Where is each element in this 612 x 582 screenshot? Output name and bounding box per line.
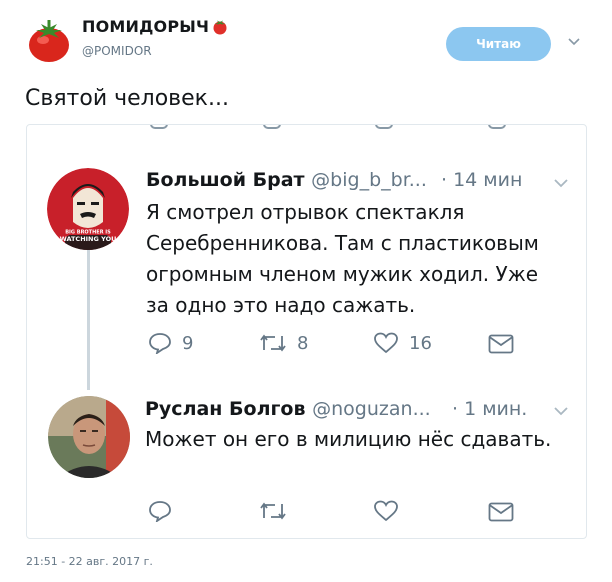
- envelope-icon[interactable]: [488, 502, 514, 522]
- reply-line: Я смотрел отрывок спектакля: [146, 200, 465, 224]
- reply-body-2: Может он его в милицию нёс сдавать.: [145, 424, 551, 455]
- heart-icon: [374, 332, 398, 354]
- tomato-emoji-icon: [213, 20, 227, 34]
- reply-line: за одно это надо сажать.: [146, 293, 416, 317]
- retweet-button[interactable]: 8: [259, 332, 308, 354]
- reply-author-name: Большой Брат: [146, 169, 305, 191]
- reply-icon: [149, 333, 171, 354]
- reply-icon[interactable]: [148, 500, 172, 522]
- retweet-icon: [260, 334, 286, 352]
- user-photo-avatar[interactable]: [48, 396, 130, 478]
- reply-author-2[interactable]: Руслан Болгов @noguzan...: [145, 398, 431, 420]
- reply-line: Может он его в милицию нёс сдавать.: [145, 427, 552, 451]
- reply-author-1[interactable]: Большой Брат @big_b_br...: [146, 169, 427, 191]
- embedded-screenshot: BIG BROTHER IS WATCHING YOU Большой Брат…: [26, 124, 587, 539]
- envelope-icon[interactable]: [488, 334, 514, 354]
- reply-timestamp[interactable]: · 1 мин.: [452, 398, 527, 420]
- reply-line: Серебренникова. Там с пластиковым: [146, 231, 539, 255]
- reply-author-handle: @big_b_br...: [311, 169, 427, 191]
- retweet-icon[interactable]: [259, 500, 287, 522]
- chevron-down-icon[interactable]: [552, 174, 570, 192]
- author-name[interactable]: ПОМИДОРЫЧ: [82, 17, 228, 36]
- thread-connector-line: [87, 242, 90, 390]
- like-button[interactable]: 16: [373, 332, 432, 354]
- tweet-text: Святой человек...: [25, 86, 229, 111]
- retweet-count: 8: [297, 332, 309, 354]
- tweet-timestamp[interactable]: 21:51 - 22 авг. 2017 г.: [26, 555, 153, 568]
- reply-button[interactable]: 9: [148, 332, 193, 354]
- tweet-header: ПОМИДОРЫЧ @POMIDOR Читаю: [0, 0, 612, 80]
- reply-timestamp[interactable]: · 14 мин: [441, 169, 522, 191]
- chevron-down-icon[interactable]: [566, 34, 582, 50]
- chevron-down-icon[interactable]: [552, 402, 570, 420]
- heart-icon[interactable]: [373, 500, 399, 522]
- reply-count: 9: [182, 332, 194, 354]
- reply-author-handle: @noguzan...: [312, 398, 431, 420]
- reply-author-name: Руслан Болгов: [145, 398, 306, 420]
- reply-body-1: Я смотрел отрывок спектакля Серебреннико…: [146, 197, 539, 321]
- author-name-text: ПОМИДОРЫЧ: [82, 17, 210, 36]
- author-handle[interactable]: @POMIDOR: [82, 44, 152, 58]
- svg-text:WATCHING YOU: WATCHING YOU: [60, 235, 117, 243]
- follow-button[interactable]: Читаю: [446, 27, 551, 61]
- reply-line: огромным членом мужик ходил. Уже: [146, 262, 539, 286]
- cropped-action-icons: [27, 125, 586, 131]
- tomato-avatar[interactable]: [26, 16, 72, 64]
- like-count: 16: [409, 332, 432, 354]
- big-brother-avatar[interactable]: BIG BROTHER IS WATCHING YOU: [47, 168, 129, 250]
